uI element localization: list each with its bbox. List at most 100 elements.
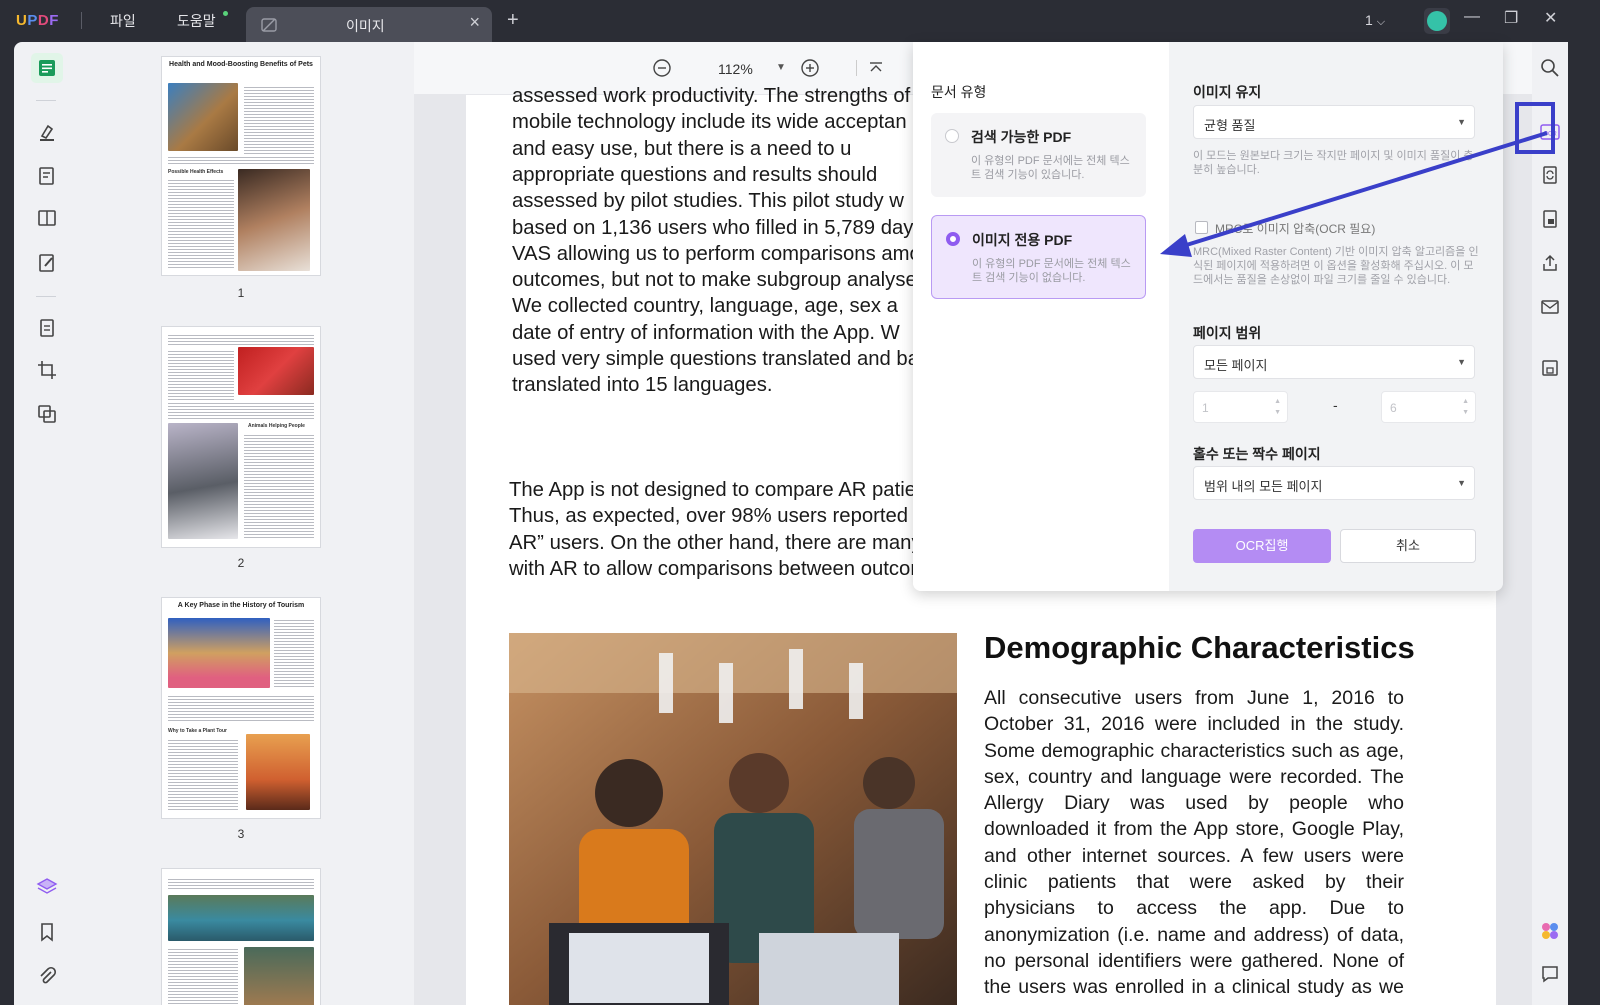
ocr-settings-section: 이미지 유지 균형 품질 ▼ 이 모드는 원본보다 크기는 작지만 페이지 및 … [1169,42,1503,591]
ai-assistant-icon[interactable] [1538,919,1562,943]
boat-photo [244,947,314,1005]
text-line: The App is not designed to compare AR pa… [509,479,933,501]
zoom-dropdown-icon[interactable]: ▼ [776,62,786,73]
text-lines [274,618,314,688]
reader-mode-icon[interactable] [31,53,63,83]
protect-icon[interactable] [1538,207,1562,231]
comment-icon[interactable] [1538,962,1562,986]
tab-close-icon[interactable]: × [469,12,480,33]
dog-cat-photo [238,169,310,271]
chevron-down-icon: ▼ [1457,357,1466,367]
section-body: All consecutive users from June 1, 2016 … [984,687,1404,1005]
close-button[interactable]: ✕ [1544,8,1557,28]
option-desc: 이 유형의 PDF 문서에는 전체 텍스트 검색 기능이 있습니다. [971,155,1130,181]
meeting-photo [509,633,957,1005]
first-page-icon[interactable] [866,58,886,78]
restore-button[interactable]: ❐ [1504,8,1518,28]
page-thumbnail[interactable] [162,869,320,1005]
zoom-out-icon[interactable] [652,58,672,78]
page-thumbnail[interactable]: Animals Helping People [162,327,320,547]
cat-photo [168,83,238,151]
range-from-input[interactable]: 1 ▲ ▼ [1193,391,1288,423]
minimize-button[interactable]: — [1464,8,1480,26]
chevron-down-icon: ⌵ [1376,16,1386,28]
bookmark-icon[interactable] [34,919,60,945]
watermark-icon[interactable] [34,401,60,427]
text-line: outcomes, but not to make subgroup analy… [512,269,933,292]
thumbnail-number: 1 [237,286,245,300]
text-line: assessed by pilot studies. This pilot st… [512,190,904,213]
text-lines [168,947,238,1005]
run-ocr-button[interactable]: OCR집행 [1193,529,1331,563]
select-value: 범위 내의 모든 페이지 [1204,479,1323,494]
thumbnail-number: 2 [237,556,245,570]
radio-searchable[interactable] [945,129,959,143]
title-separator [81,12,82,29]
avatar[interactable] [1424,8,1450,34]
text-lines [168,877,314,891]
notification-dot [223,11,228,16]
menu-help[interactable]: 도움말 [177,11,216,31]
ocr-doc-type-section: 문서 유형 검색 가능한 PDF 이 유형의 PDF 문서에는 전체 텍스트 검… [913,42,1169,591]
layers-icon[interactable] [34,874,60,900]
menu-file[interactable]: 파일 [110,11,136,31]
image-quality-select[interactable]: 균형 품질 ▼ [1193,105,1475,139]
page-thumbnail[interactable]: A Key Phase in the History of Tourism Wh… [162,598,320,818]
text-lines [244,433,314,539]
thumbnail-subtitle: Possible Health Effects [168,169,224,175]
street-photo [168,618,270,688]
zoom-in-icon[interactable] [800,58,820,78]
zoom-level[interactable]: 112% [718,61,753,77]
page-layout-icon[interactable] [34,205,60,231]
right-toolbar: OCR [1532,42,1568,1005]
option-searchable-pdf[interactable]: 검색 가능한 PDF 이 유형의 PDF 문서에는 전체 텍스트 검색 기능이 … [931,113,1146,197]
chevron-down-icon: ▼ [1457,478,1466,488]
document-tab-icon [261,18,277,32]
form-icon[interactable] [34,250,60,276]
mrc-desc: MRC(Mixed Raster Content) 기반 이미지 압축 알고리즘… [1193,246,1479,286]
lake-photo [168,895,314,941]
highlighter-icon[interactable] [34,120,60,146]
odd-even-heading: 홀수 또는 짝수 페이지 [1193,446,1321,462]
organize-pages-icon[interactable] [34,315,60,341]
page-range-select[interactable]: 모든 페이지 ▼ [1193,345,1475,379]
text-line: used very simple questions translated an… [512,348,930,370]
convert-icon[interactable] [1538,163,1562,187]
radio-image-only[interactable] [946,232,960,246]
text-line: VAS allowing us to perform comparisons a… [512,242,921,265]
save-icon[interactable] [1538,356,1562,380]
left-toolbar [14,42,78,1005]
share-icon[interactable] [1538,251,1562,275]
odd-even-select[interactable]: 범위 내의 모든 페이지 ▼ [1193,466,1475,500]
range-dash: - [1333,397,1338,413]
option-image-only-pdf[interactable]: 이미지 전용 PDF 이 유형의 PDF 문서에는 전체 텍스트 검색 기능이 … [931,215,1146,299]
document-tab[interactable]: 이미지 × [246,7,492,42]
thumbnail-number: 3 [237,827,245,841]
crop-icon[interactable] [34,357,60,383]
ocr-panel: 문서 유형 검색 가능한 PDF 이 유형의 PDF 문서에는 전체 텍스트 검… [913,42,1503,591]
text-line: translated into 15 languages. [512,374,773,397]
text-lines [168,738,238,810]
stepper-arrows-icon[interactable]: ▲ ▼ [1274,396,1281,418]
text-line: appropriate questions and results should [512,163,878,186]
stepper-arrows-icon[interactable]: ▲ ▼ [1462,396,1469,418]
edit-pdf-icon[interactable] [34,163,60,189]
text-lines [244,85,314,157]
mrc-checkbox[interactable] [1195,221,1208,234]
attachment-icon[interactable] [34,963,60,989]
text-line: and easy use, but there is a need to u [512,137,852,160]
updf-window: UPDF 파일 도움말 이미지 × + 1 ⌵ — ❐ ✕ Health and… [0,0,1600,1005]
thumbnail-panel: Health and Mood-Boosting Benefits of Pet… [78,42,414,1005]
email-icon[interactable] [1538,295,1562,319]
search-icon[interactable] [1538,56,1562,80]
cancel-button[interactable]: 취소 [1340,529,1476,563]
chevron-down-icon: ▼ [1457,117,1466,127]
select-value: 모든 페이지 [1204,358,1268,373]
cat-flowers-photo [168,423,238,539]
page-thumbnail[interactable]: Health and Mood-Boosting Benefits of Pet… [162,57,320,275]
new-tab-button[interactable]: + [507,9,519,32]
option-title: 이미지 전용 PDF [972,232,1073,248]
page-selector[interactable]: 1 ⌵ [1365,12,1385,29]
range-to-input[interactable]: 6 ▲ ▼ [1381,391,1476,423]
avatar-face-icon [1427,11,1447,31]
